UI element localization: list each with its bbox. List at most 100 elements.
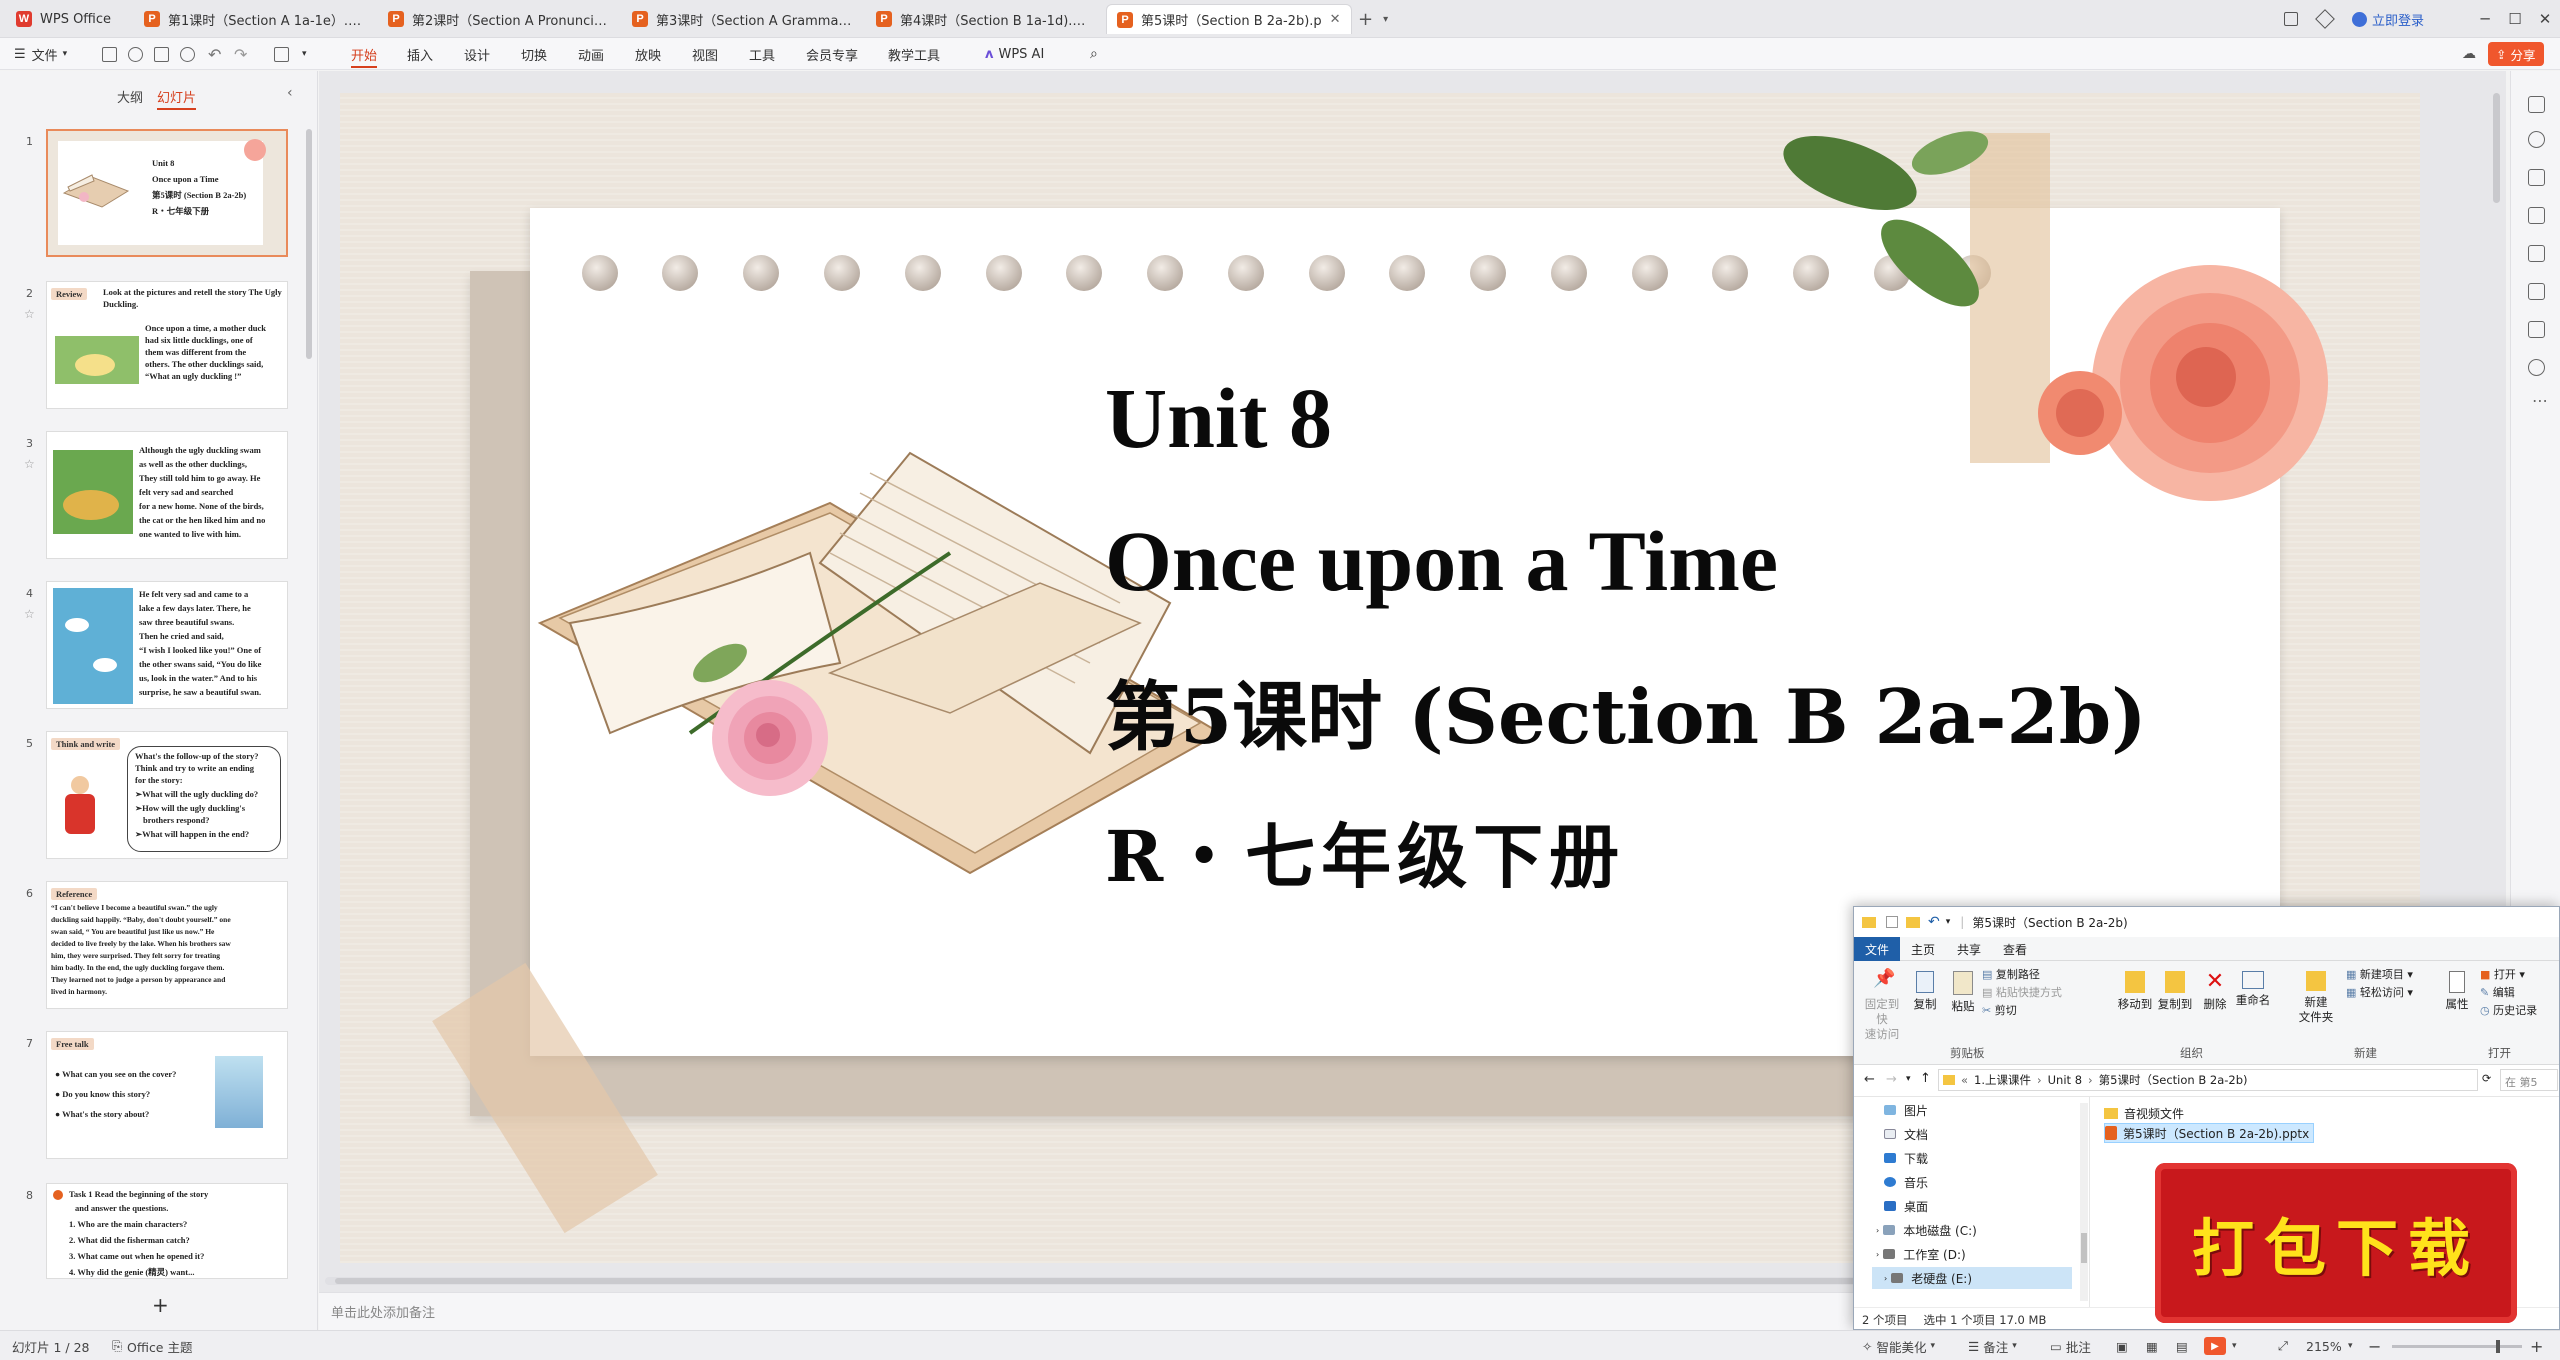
breadcrumb-item[interactable]: Unit 8 xyxy=(2048,1073,2082,1087)
close-window-button[interactable]: ✕ xyxy=(2530,10,2560,28)
tab-document-3[interactable]: P 第3课时（Section A Grammar Focu xyxy=(622,4,862,34)
close-tab-icon[interactable]: ✕ xyxy=(1330,12,1341,27)
search-icon[interactable]: ⌕ xyxy=(1090,38,1098,70)
menu-tools[interactable]: 工具 xyxy=(749,38,775,70)
file-menu[interactable]: ☰ 文件 ▾ xyxy=(14,38,67,70)
window-layout-icon[interactable] xyxy=(2284,12,2298,26)
zoom-out-icon[interactable]: − xyxy=(2368,1331,2381,1360)
copy-path-button[interactable]: ▤ 复制路径 xyxy=(1982,967,2040,982)
history-button[interactable]: ◷ 历史记录 xyxy=(2480,1003,2537,1018)
tools-icon[interactable] xyxy=(2528,283,2545,300)
settings-icon[interactable] xyxy=(2528,96,2545,113)
slide-sorter-icon[interactable]: ▦ xyxy=(2146,1331,2158,1360)
tab-document-4[interactable]: P 第4课时（Section B 1a-1d).pptx xyxy=(866,4,1102,34)
zoom-slider[interactable] xyxy=(2392,1340,2522,1353)
menu-animation[interactable]: 动画 xyxy=(578,38,604,70)
explorer-tab-file[interactable]: 文件 xyxy=(1854,937,1900,961)
slide-title-lesson[interactable]: 第5课时 (Section B 2a-2b) xyxy=(1105,656,2147,765)
menu-insert[interactable]: 插入 xyxy=(407,38,433,70)
new-tab-button[interactable]: + ▾ xyxy=(1358,0,1388,38)
nav-item-documents[interactable]: 文档 xyxy=(1884,1123,1928,1145)
nav-item-music[interactable]: 音乐 xyxy=(1884,1171,1928,1193)
menu-member[interactable]: 会员专享 xyxy=(806,38,858,70)
undo-icon[interactable]: ↶ xyxy=(208,38,221,70)
login-link[interactable]: 立即登录 xyxy=(2372,10,2424,29)
canvas-scrollbar[interactable] xyxy=(2493,93,2500,203)
chevron-down-icon[interactable]: ▾ xyxy=(1906,1074,1911,1084)
up-arrow-icon[interactable]: ↑ xyxy=(1920,1071,1931,1086)
file-item-folder[interactable]: 音视频文件 xyxy=(2104,1103,2184,1123)
easy-access-button[interactable]: ▦ 轻松访问 ▾ xyxy=(2346,985,2413,1000)
slide-thumbnail-6[interactable]: Reference “I can't believe I become a be… xyxy=(46,881,288,1009)
edit-button[interactable]: ✎ 编辑 xyxy=(2480,985,2515,1000)
properties-button[interactable]: 属性 xyxy=(2442,971,2472,1012)
redo-icon[interactable]: ↷ xyxy=(234,38,247,70)
nav-item-drive-d[interactable]: › 工作室 (D:) xyxy=(1876,1243,1966,1265)
format-painter-icon[interactable] xyxy=(274,47,289,62)
chart-icon[interactable] xyxy=(2528,245,2545,262)
search-field[interactable]: 在 第5 xyxy=(2500,1069,2558,1091)
forward-arrow-icon[interactable]: → xyxy=(1886,1072,1897,1087)
file-item-pptx[interactable]: 第5课时（Section B 2a-2b).pptx xyxy=(2104,1123,2315,1143)
slide-thumbnail-7[interactable]: Free talk ● What can you see on the cove… xyxy=(46,1031,288,1159)
back-arrow-icon[interactable]: ← xyxy=(1864,1072,1875,1087)
image-icon[interactable] xyxy=(2528,207,2545,224)
slide-thumbnail-8[interactable]: Task 1 Read the beginning of the story a… xyxy=(46,1183,288,1279)
maximize-button[interactable]: ☐ xyxy=(2500,10,2530,28)
rename-button[interactable]: 重命名 xyxy=(2234,971,2272,1008)
user-avatar-icon[interactable] xyxy=(2352,11,2367,27)
nav-item-pictures[interactable]: 图片 xyxy=(1884,1099,1928,1121)
smart-beautify-button[interactable]: ✧ 智能美化 ▾ xyxy=(1862,1331,1935,1360)
explorer-tab-view[interactable]: 查看 xyxy=(1992,937,2038,961)
add-slide-button[interactable]: + xyxy=(152,1293,169,1317)
new-folder-button[interactable]: 新建 文件夹 xyxy=(2294,971,2338,1025)
chevron-down-icon[interactable]: ▾ xyxy=(2232,1331,2237,1360)
print-icon[interactable] xyxy=(154,47,169,62)
download-package-badge[interactable]: 打包下载 xyxy=(2155,1163,2517,1323)
normal-view-icon[interactable]: ▣ xyxy=(2116,1331,2128,1360)
chevron-down-icon[interactable]: ▾ xyxy=(1946,917,1951,927)
undo-icon[interactable]: ↶ xyxy=(1928,914,1940,930)
delete-button[interactable]: ✕ 删除 xyxy=(2198,971,2232,1012)
menu-slideshow[interactable]: 放映 xyxy=(635,38,661,70)
paste-shortcut-button[interactable]: ▤ 粘贴快捷方式 xyxy=(1982,985,2062,1000)
slide-thumbnail-3[interactable]: Although the ugly duckling swam as well … xyxy=(46,431,288,559)
cube-icon[interactable] xyxy=(2315,9,2335,29)
tab-document-5[interactable]: P 第5课时（Section B 2a-2b).p ✕ xyxy=(1106,4,1352,34)
nav-item-drive-e[interactable]: › 老硬盘 (E:) xyxy=(1872,1267,2072,1289)
nav-item-desktop[interactable]: 桌面 xyxy=(1884,1195,1928,1217)
thumbnail-scrollbar[interactable] xyxy=(306,129,312,359)
more-icon[interactable]: ⋯ xyxy=(2532,391,2548,410)
paste-button[interactable]: 粘贴 xyxy=(1946,971,1980,1014)
refresh-icon[interactable]: ⟳ xyxy=(2482,1072,2491,1085)
slide-thumbnail-2[interactable]: Review Look at the pictures and retell t… xyxy=(46,281,288,409)
help-icon[interactable] xyxy=(2528,359,2545,376)
share-button[interactable]: ⇪ 分享 xyxy=(2488,42,2544,66)
nav-scrollbar[interactable] xyxy=(2080,1103,2088,1301)
copy-to-button[interactable]: 复制到 xyxy=(2156,971,2194,1012)
new-folder-icon[interactable] xyxy=(1906,916,1920,928)
zoom-level[interactable]: 215% xyxy=(2306,1331,2342,1360)
nav-item-downloads[interactable]: 下载 xyxy=(1884,1147,1928,1169)
explorer-tab-share[interactable]: 共享 xyxy=(1946,937,1992,961)
slide-thumbnail-5[interactable]: Think and write What's the follow-up of … xyxy=(46,731,288,859)
explorer-tab-home[interactable]: 主页 xyxy=(1900,937,1946,961)
chevron-down-icon[interactable]: ▾ xyxy=(302,38,307,70)
collapse-panel-icon[interactable]: ‹ xyxy=(287,85,293,101)
tab-slides[interactable]: 幻灯片 xyxy=(157,87,197,110)
open-button[interactable]: ■ 打开 ▾ xyxy=(2480,967,2525,982)
properties-icon[interactable] xyxy=(1886,916,1898,928)
pin-quick-access-button[interactable]: 📌 固定到快 速访问 xyxy=(1860,970,1904,1042)
reading-view-icon[interactable]: ▤ xyxy=(2176,1331,2188,1360)
cloud-sync-icon[interactable]: ☁ xyxy=(2462,38,2476,70)
magic-icon[interactable] xyxy=(2528,131,2545,148)
slide-thumbnail-4[interactable]: He felt very sad and came to a lake a fe… xyxy=(46,581,288,709)
star-icon[interactable]: ☆ xyxy=(24,607,35,621)
address-bar[interactable]: « 1.上课课件 › Unit 8 › 第5课时（Section B 2a-2b… xyxy=(1938,1069,2478,1091)
menu-teaching-tools[interactable]: 教学工具 xyxy=(888,38,940,70)
tab-outline[interactable]: 大纲 xyxy=(117,87,143,106)
slideshow-icon[interactable]: ▶ xyxy=(2204,1337,2226,1355)
tab-wps-home[interactable]: W WPS Office xyxy=(6,4,132,34)
move-to-button[interactable]: 移动到 xyxy=(2116,971,2154,1012)
star-icon[interactable]: ☆ xyxy=(24,457,35,471)
